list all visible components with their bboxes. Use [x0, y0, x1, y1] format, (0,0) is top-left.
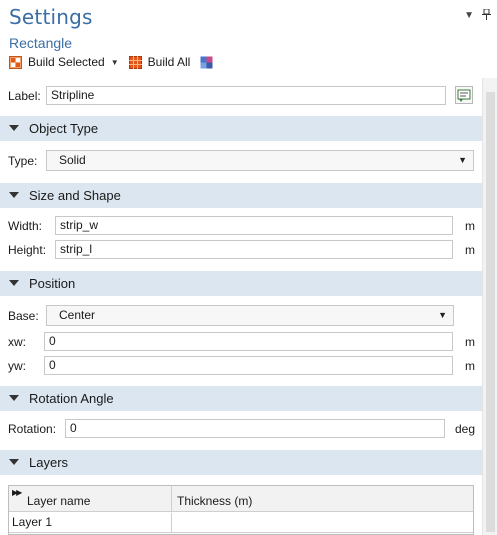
- xw-field[interactable]: 0: [44, 332, 453, 351]
- column-label: Layer name: [27, 494, 91, 508]
- pin-icon[interactable]: [482, 8, 491, 23]
- type-select[interactable]: Solid ▼: [46, 150, 474, 171]
- refresh-icon: [200, 56, 213, 68]
- type-select-value: Solid: [59, 153, 86, 167]
- refresh-button[interactable]: [200, 56, 219, 69]
- build-selected-dropdown-icon[interactable]: ▼: [111, 58, 119, 67]
- edit-label-icon: [457, 89, 471, 102]
- expand-columns-icon[interactable]: ▶▶: [12, 488, 22, 497]
- collapse-icon: [9, 280, 19, 286]
- section-layers[interactable]: Layers: [0, 450, 482, 475]
- collapse-icon: [9, 459, 19, 465]
- build-toolbar: Build Selected ▼ Build All: [9, 54, 229, 70]
- section-title: Object Type: [29, 121, 99, 136]
- rotation-label: Rotation:: [8, 422, 57, 436]
- chevron-down-icon: ▼: [438, 310, 447, 320]
- build-selected-label: Build Selected: [28, 55, 105, 69]
- width-label: Width:: [8, 219, 43, 233]
- section-title: Layers: [29, 455, 69, 470]
- base-label: Base:: [8, 309, 39, 323]
- vertical-scrollbar[interactable]: [482, 78, 497, 535]
- rotation-field[interactable]: 0: [65, 419, 445, 438]
- collapse-icon: [9, 192, 19, 198]
- build-all-button[interactable]: Build All: [128, 55, 191, 69]
- yw-field[interactable]: 0: [44, 356, 453, 375]
- window-menu-dropdown-icon[interactable]: ▼: [464, 11, 474, 21]
- table-header: ▶▶ Layer name Thickness (m): [9, 486, 473, 512]
- settings-header: Settings ▼ Rectangle Build Selected ▼ Bu…: [0, 0, 497, 78]
- scrollbar-thumb[interactable]: [486, 92, 495, 532]
- build-selected-icon: [9, 55, 22, 69]
- width-field[interactable]: strip_w: [55, 216, 453, 235]
- column-header-thickness[interactable]: Thickness (m): [177, 494, 252, 508]
- collapse-icon: [9, 125, 19, 131]
- build-all-icon: [128, 55, 142, 69]
- base-select[interactable]: Center ▼: [46, 305, 454, 326]
- edit-label-button[interactable]: [455, 86, 473, 104]
- width-unit: m: [465, 219, 475, 233]
- xw-unit: m: [465, 335, 475, 349]
- section-title: Size and Shape: [29, 188, 121, 203]
- height-label: Height:: [8, 243, 47, 257]
- height-unit: m: [465, 243, 475, 257]
- xw-label: xw:: [8, 335, 26, 349]
- section-object-type[interactable]: Object Type: [0, 116, 482, 141]
- collapse-icon: [9, 395, 19, 401]
- build-all-label: Build All: [147, 55, 191, 69]
- yw-unit: m: [465, 359, 475, 373]
- header-controls: ▼: [464, 8, 491, 23]
- build-selected-button[interactable]: Build Selected ▼: [9, 55, 119, 69]
- section-size-and-shape[interactable]: Size and Shape: [0, 183, 482, 208]
- node-type-subtitle: Rectangle: [9, 35, 73, 51]
- page-title: Settings: [9, 5, 93, 29]
- section-rotation-angle[interactable]: Rotation Angle: [0, 386, 482, 411]
- section-title: Position: [29, 276, 76, 291]
- table-cell-layer-name[interactable]: Layer 1: [9, 513, 172, 533]
- layers-table: ▶▶ Layer name Thickness (m) Layer 1: [8, 485, 474, 535]
- label-field[interactable]: Stripline: [46, 86, 446, 105]
- column-header-layer-name[interactable]: ▶▶ Layer name: [9, 486, 172, 512]
- yw-label: yw:: [8, 359, 26, 373]
- base-select-value: Center: [59, 308, 96, 322]
- rotation-unit: deg: [455, 422, 476, 436]
- section-position[interactable]: Position: [0, 271, 482, 296]
- section-title: Rotation Angle: [29, 391, 114, 406]
- height-field[interactable]: strip_l: [55, 240, 453, 259]
- label-field-label: Label:: [8, 89, 41, 103]
- chevron-down-icon: ▼: [458, 155, 467, 165]
- table-row[interactable]: Layer 1: [9, 513, 473, 533]
- type-label: Type:: [8, 154, 38, 168]
